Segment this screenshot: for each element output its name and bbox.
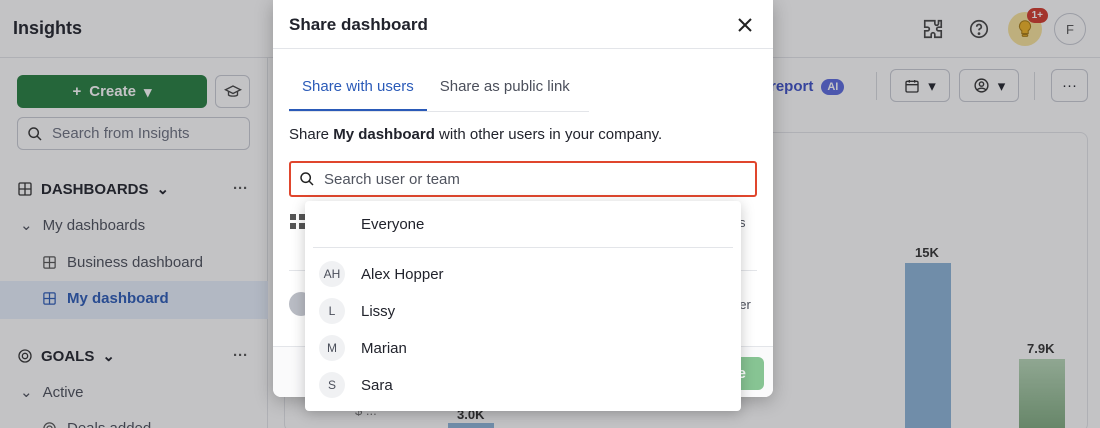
tab-share-with-users[interactable]: Share with users	[289, 72, 427, 111]
option-label: Marian	[361, 339, 407, 357]
user-search-input[interactable]	[324, 170, 744, 188]
tab-share-public-link[interactable]: Share as public link	[427, 72, 583, 111]
desc-suffix: with other users in your company.	[434, 126, 663, 143]
modal-header: Share dashboard	[273, 0, 773, 49]
dropdown-separator	[313, 247, 733, 248]
option-everyone[interactable]: Everyone	[305, 206, 741, 242]
user-initials-avatar: M	[319, 335, 345, 361]
close-icon	[738, 18, 752, 32]
option-user[interactable]: L Lissy	[305, 293, 741, 329]
option-user[interactable]: M Marian	[305, 330, 741, 366]
dashboard-name: My dashboard	[333, 126, 435, 143]
user-search-field[interactable]	[289, 161, 757, 197]
option-label: Alex Hopper	[361, 265, 444, 283]
user-initials-avatar: L	[319, 298, 345, 324]
modal-title: Share dashboard	[289, 15, 428, 34]
search-icon	[300, 172, 314, 186]
desc-prefix: Share	[289, 126, 334, 143]
user-initials-avatar: S	[319, 372, 345, 398]
user-suggestions-dropdown: Everyone AH Alex Hopper L Lissy M Marian…	[305, 201, 741, 411]
option-user[interactable]: S Sara	[305, 367, 741, 403]
option-label: Everyone	[361, 215, 425, 233]
option-label: Sara	[361, 376, 393, 394]
share-tabs: Share with users Share as public link	[289, 72, 589, 112]
option-label: Lissy	[361, 302, 396, 320]
close-button[interactable]	[733, 13, 757, 37]
share-description: Share My dashboard with other users in y…	[289, 126, 662, 143]
option-user[interactable]: AH Alex Hopper	[305, 256, 741, 292]
user-initials-avatar: AH	[319, 261, 345, 287]
grid-icon	[290, 214, 305, 229]
